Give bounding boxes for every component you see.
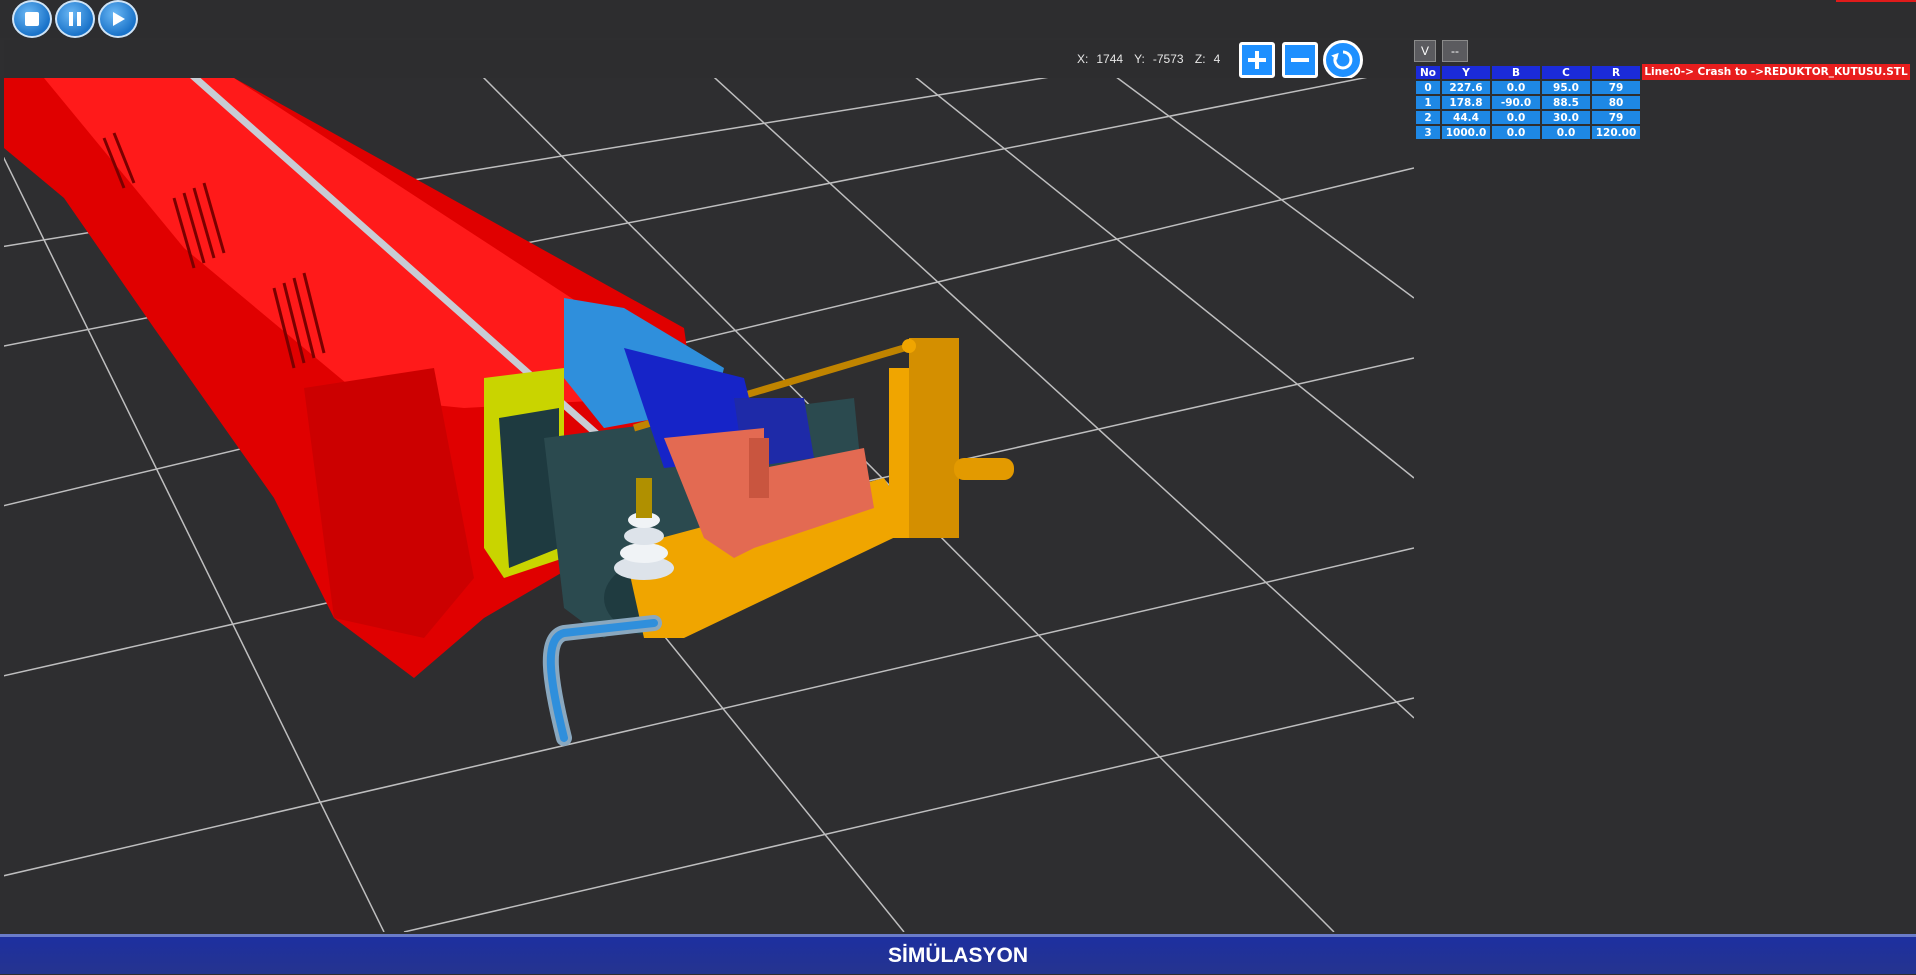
stop-icon bbox=[25, 12, 39, 26]
cell[interactable]: 79 bbox=[1592, 111, 1640, 124]
table-header-row: No Y B C R bbox=[1416, 66, 1640, 79]
table-row[interactable]: 3 1000.0 0.0 0.0 120.00 bbox=[1416, 126, 1640, 139]
cell[interactable]: 95.0 bbox=[1542, 81, 1590, 94]
footer-title: SİMÜLASYON bbox=[887, 944, 1028, 967]
zoom-out-button[interactable] bbox=[1282, 42, 1318, 78]
dash-button[interactable]: -- bbox=[1442, 40, 1468, 62]
cell[interactable]: 120.00 bbox=[1592, 126, 1640, 139]
cell[interactable]: 2 bbox=[1416, 111, 1440, 124]
rotate-reset-icon bbox=[1331, 50, 1353, 70]
cell[interactable]: 0.0 bbox=[1492, 81, 1540, 94]
cell[interactable]: 227.6 bbox=[1442, 81, 1490, 94]
3d-viewport[interactable] bbox=[4, 78, 1414, 932]
cell[interactable]: 0.0 bbox=[1542, 126, 1590, 139]
scene bbox=[4, 78, 1414, 932]
table-row[interactable]: 0 227.6 0.0 95.0 79 bbox=[1416, 81, 1640, 94]
cell[interactable]: 1 bbox=[1416, 96, 1440, 109]
col-y-header: Y bbox=[1442, 66, 1490, 79]
cell[interactable]: 0.0 bbox=[1492, 111, 1540, 124]
cursor-coordinates: X: 1744 Y: -7573 Z: 4 bbox=[1077, 52, 1228, 66]
cell[interactable]: 178.8 bbox=[1442, 96, 1490, 109]
minus-icon bbox=[1291, 58, 1309, 62]
z-value: 4 bbox=[1213, 52, 1221, 66]
cell[interactable]: 79 bbox=[1592, 81, 1640, 94]
cell[interactable]: 44.4 bbox=[1442, 111, 1490, 124]
col-b-header: B bbox=[1492, 66, 1540, 79]
cell[interactable]: -90.0 bbox=[1492, 96, 1540, 109]
plus-icon bbox=[1248, 51, 1266, 69]
y-label: Y: bbox=[1134, 52, 1145, 66]
pause-icon bbox=[69, 12, 81, 26]
col-no-header: No bbox=[1416, 66, 1440, 79]
col-c-header: C bbox=[1542, 66, 1590, 79]
reset-view-button[interactable] bbox=[1323, 40, 1363, 80]
cell[interactable]: 0 bbox=[1416, 81, 1440, 94]
play-button[interactable] bbox=[98, 0, 138, 38]
cell[interactable]: 1000.0 bbox=[1442, 126, 1490, 139]
crash-warning-badge: Line:0-> Crash to ->REDUKTOR_KUTUSU.STL bbox=[1642, 64, 1910, 80]
x-label: X: bbox=[1077, 52, 1089, 66]
view-button[interactable]: V bbox=[1414, 40, 1436, 62]
footer-title-bar: SİMÜLASYON bbox=[0, 934, 1916, 974]
cell[interactable]: 0.0 bbox=[1492, 126, 1540, 139]
pause-button[interactable] bbox=[55, 0, 95, 38]
cell[interactable]: 88.5 bbox=[1542, 96, 1590, 109]
col-r-header: R bbox=[1592, 66, 1640, 79]
z-label: Z: bbox=[1194, 52, 1206, 66]
program-panel bbox=[1414, 38, 1916, 932]
zoom-in-button[interactable] bbox=[1239, 42, 1275, 78]
cell[interactable]: 30.0 bbox=[1542, 111, 1590, 124]
window-accent-strip bbox=[1836, 0, 1916, 2]
cell[interactable]: 3 bbox=[1416, 126, 1440, 139]
stop-button[interactable] bbox=[12, 0, 52, 38]
y-value: -7573 bbox=[1152, 52, 1184, 66]
top-toolbar bbox=[0, 0, 1916, 38]
cell[interactable]: 80 bbox=[1592, 96, 1640, 109]
table-row[interactable]: 1 178.8 -90.0 88.5 80 bbox=[1416, 96, 1640, 109]
play-icon bbox=[113, 12, 125, 26]
table-row[interactable]: 2 44.4 0.0 30.0 79 bbox=[1416, 111, 1640, 124]
bend-program-table: No Y B C R 0 227.6 0.0 95.0 79 1 178.8 -… bbox=[1414, 64, 1642, 141]
x-value: 1744 bbox=[1096, 52, 1124, 66]
